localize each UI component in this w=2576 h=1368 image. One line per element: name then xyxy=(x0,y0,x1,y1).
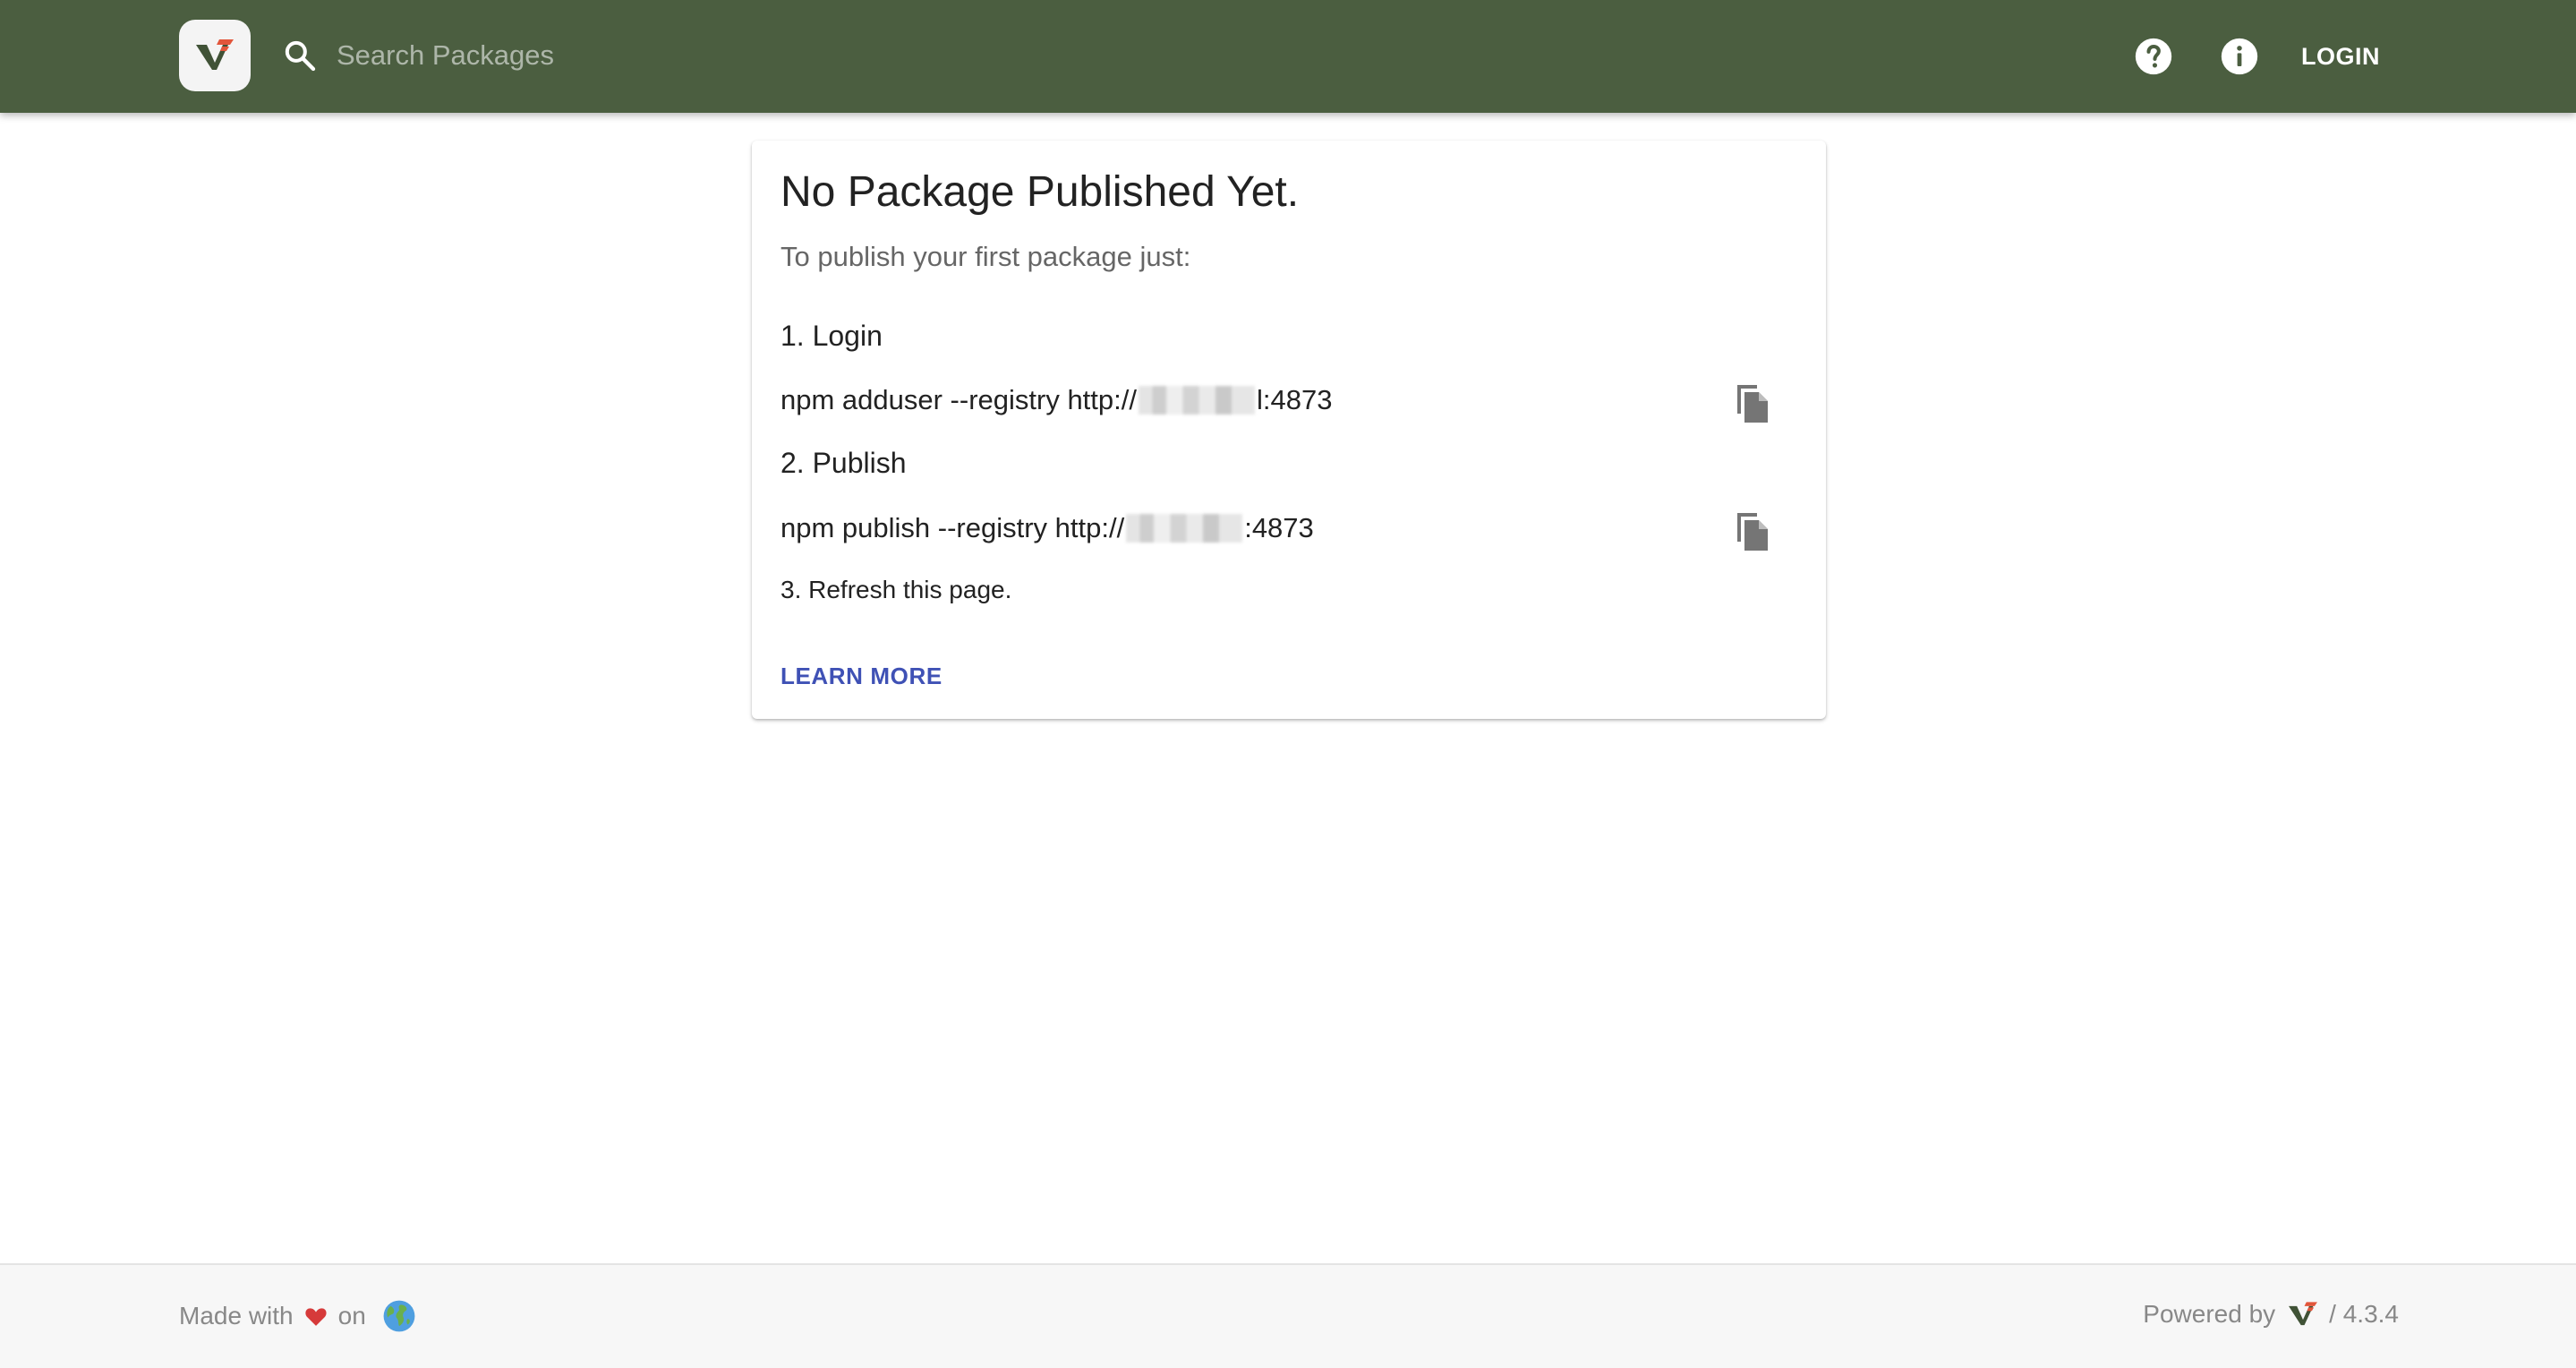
powered-by-text: Powered by xyxy=(2143,1300,2276,1328)
command-suffix: l:4873 xyxy=(1257,384,1333,415)
footer-made-with: Made with on xyxy=(179,1299,416,1333)
adduser-command: npm adduser --registry http:// l:4873 xyxy=(780,382,1332,418)
top-app-bar: LOGIN xyxy=(0,0,2576,113)
help-button[interactable] xyxy=(2133,36,2174,77)
globe-icon[interactable] xyxy=(382,1299,416,1333)
publish-command: npm publish --registry http:// :4873 xyxy=(780,510,1314,546)
verdaccio-logo-icon[interactable] xyxy=(2286,1299,2320,1330)
command-suffix: :4873 xyxy=(1244,512,1314,543)
on-text: on xyxy=(337,1302,366,1330)
version-text: / 4.3.4 xyxy=(2329,1300,2399,1328)
card-title: No Package Published Yet. xyxy=(780,168,1300,216)
command-prefix: npm publish --registry http:// xyxy=(780,512,1125,543)
heart-icon xyxy=(304,1305,328,1327)
command-prefix: npm adduser --registry http:// xyxy=(780,384,1137,415)
copy-publish-button[interactable] xyxy=(1727,507,1776,555)
help-icon xyxy=(2135,38,2172,75)
step-publish-heading: 2. Publish xyxy=(780,447,907,479)
verdaccio-logo-svg xyxy=(196,39,234,70)
copy-icon xyxy=(1737,513,1768,551)
copy-icon xyxy=(1737,385,1768,423)
login-button[interactable]: LOGIN xyxy=(2291,34,2390,79)
search-input[interactable] xyxy=(337,32,1142,79)
search-icon xyxy=(280,36,320,75)
info-button[interactable] xyxy=(2219,36,2260,77)
redacted-host xyxy=(1139,386,1255,415)
step-login-heading: 1. Login xyxy=(780,320,883,352)
app-root: LOGIN No Package Published Yet. To publi… xyxy=(0,0,2576,1368)
verdaccio-logo-icon[interactable] xyxy=(179,20,251,91)
empty-state-card: No Package Published Yet. To publish you… xyxy=(752,141,1826,719)
card-subtitle: To publish your first package just: xyxy=(780,241,1191,272)
step-refresh: 3. Refresh this page. xyxy=(780,576,1012,603)
copy-adduser-button[interactable] xyxy=(1727,379,1776,427)
info-icon xyxy=(2221,38,2258,75)
made-with-text: Made with xyxy=(179,1302,294,1330)
learn-more-link[interactable]: LEARN MORE xyxy=(780,660,943,692)
redacted-host xyxy=(1126,514,1243,543)
footer-powered-by: Powered by / 4.3.4 xyxy=(2143,1299,2399,1330)
footer: Made with on Powered by / 4.3.4 xyxy=(0,1263,2576,1368)
